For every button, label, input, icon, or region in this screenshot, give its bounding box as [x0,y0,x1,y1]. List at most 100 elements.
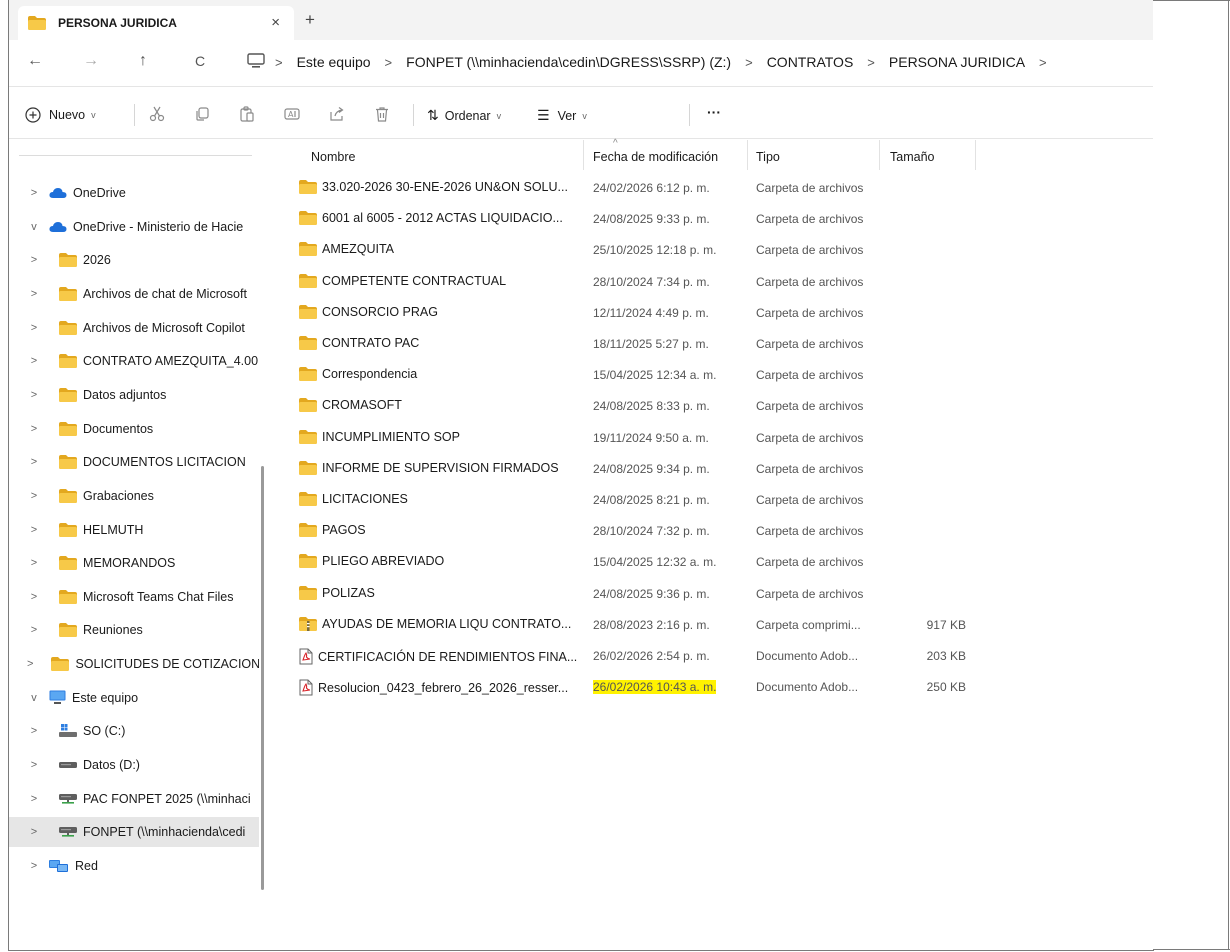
file-row[interactable]: 33.020-2026 30-ENE-2026 UN&ON SOLU... 24/… [273,172,973,203]
chevron-right-icon[interactable]: > [27,524,41,536]
chevron-right-icon[interactable]: > [27,389,41,401]
sidebar-item[interactable]: > Red [9,851,259,881]
chevron-right-icon[interactable]: > [27,187,41,199]
breadcrumb-fonpet[interactable]: FONPET (\\minhacienda\cedin\DGRESS\SSRP)… [406,54,731,70]
paste-icon[interactable] [239,105,255,122]
sidebar-item[interactable]: > HELMUTH [9,515,259,545]
chevron-right-icon[interactable]: > [27,793,41,805]
sidebar-item[interactable]: > Datos adjuntos [9,380,259,410]
forward-button[interactable]: → [83,52,99,70]
chevron-right-icon[interactable]: > [27,826,41,838]
breadcrumb-contratos[interactable]: CONTRATOS [767,54,854,70]
more-options-button[interactable]: ··· [707,104,721,120]
file-name-cell: Resolucion_0423_febrero_26_2026_resser..… [299,679,568,696]
sidebar-item[interactable]: > CONTRATO AMEZQUITA_4.00 [9,346,259,376]
new-tab-button[interactable]: + [305,10,315,30]
chevron-right-icon[interactable]: > [27,624,41,636]
refresh-button[interactable]: C [195,53,205,69]
file-row[interactable]: CERTIFICACIÓN DE RENDIMIENTOS FINA... 26/… [273,640,973,671]
chevron-down-icon[interactable]: v [27,221,41,233]
sidebar-item[interactable]: v Este equipo [9,683,259,713]
view-button[interactable]: ☰ Ver v [537,107,587,124]
sidebar-item[interactable]: > Grabaciones [9,481,259,511]
column-header-type[interactable]: Tipo [756,144,780,170]
file-name: CERTIFICACIÓN DE RENDIMIENTOS FINA... [318,649,578,664]
file-row[interactable]: Resolucion_0423_febrero_26_2026_resser..… [273,671,973,702]
file-row[interactable]: POLIZAS 24/08/2025 9:36 p. m. Carpeta de a… [273,578,973,609]
column-divider[interactable] [975,140,976,170]
sidebar-item-label: Archivos de chat de Microsoft [83,286,247,301]
chevron-right-icon[interactable]: > [27,591,41,603]
sidebar-item[interactable]: > SO (C:) [9,716,259,746]
back-button[interactable]: ← [27,52,43,70]
column-header-date[interactable]: Fecha de modificación [593,144,718,170]
chevron-right-icon[interactable]: > [27,658,33,670]
up-button[interactable]: ↑ [139,52,147,70]
sidebar-item[interactable]: > Reuniones [9,615,259,645]
column-divider[interactable] [583,140,584,170]
new-button[interactable]: Nuevo v [25,107,96,123]
pc-icon[interactable] [247,53,265,69]
sidebar-item[interactable]: > SOLICITUDES DE COTIZACION [9,649,259,679]
breadcrumb-separator-icon[interactable]: > [1039,55,1047,70]
column-divider[interactable] [747,140,748,170]
sidebar-item[interactable]: >2026 [9,245,259,275]
breadcrumb-persona-juridica[interactable]: PERSONA JURIDICA [889,54,1025,70]
delete-icon[interactable] [374,105,390,122]
file-row[interactable]: CONSORCIO PRAG 12/11/2024 4:49 p. m. Carpe… [273,297,973,328]
sidebar-item[interactable]: > Datos (D:) [9,750,259,780]
file-row[interactable]: AYUDAS DE MEMORIA LIQU CONTRATO... 28/08/… [273,609,973,640]
column-header-name[interactable]: Nombre [311,144,355,170]
sidebar-item[interactable]: > PAC FONPET 2025 (\\minhaci [9,784,259,814]
column-divider[interactable] [879,140,880,170]
file-row[interactable]: COMPETENTE CONTRACTUAL 28/10/2024 7:34 p.… [273,266,973,297]
file-row[interactable]: 6001 al 6005 - 2012 ACTAS LIQUIDACIO... 2… [273,203,973,234]
sidebar-item[interactable]: > DOCUMENTOS LICITACION [9,447,259,477]
chevron-right-icon[interactable]: > [27,322,41,334]
folder-icon [299,460,317,475]
sidebar-item[interactable]: > Documentos [9,414,259,444]
chevron-down-icon[interactable]: v [27,692,41,704]
chevron-right-icon[interactable]: > [27,254,41,266]
file-row[interactable]: INFORME DE SUPERVISION FIRMADOS 24/08/202… [273,453,973,484]
tab-persona-juridica[interactable]: PERSONA JURIDICA × [18,6,294,40]
share-icon[interactable] [329,105,345,122]
chevron-right-icon[interactable]: > [27,423,41,435]
copy-icon[interactable] [194,105,210,122]
sidebar-scrollbar[interactable] [261,466,264,890]
sidebar-item[interactable]: v OneDrive - Ministerio de Hacie [9,212,259,242]
sort-button[interactable]: ⇅ Ordenar v [427,107,501,124]
rename-icon[interactable]: A [284,105,300,122]
breadcrumb-este-equipo[interactable]: Este equipo [297,54,371,70]
file-date: 24/08/2025 8:33 p. m. [593,399,710,413]
close-tab-icon[interactable]: × [271,14,280,31]
file-row[interactable]: PLIEGO ABREVIADO 15/04/2025 12:32 a. m. Ca… [273,546,973,577]
file-row[interactable]: INCUMPLIMIENTO SOP 19/11/2024 9:50 a. m. C… [273,422,973,453]
cut-icon[interactable] [149,105,165,122]
sidebar-item[interactable]: > Archivos de chat de Microsoft [9,279,259,309]
file-row[interactable]: AMEZQUITA 25/10/2025 12:18 p. m. Carpeta d… [273,234,973,265]
sidebar-item[interactable]: > Archivos de Microsoft Copilot [9,313,259,343]
chevron-right-icon[interactable]: > [27,490,41,502]
column-header-size[interactable]: Tamaño [890,144,934,170]
folder-icon [59,556,77,571]
file-row[interactable]: CROMASOFT 24/08/2025 8:33 p. m. Carpeta de… [273,390,973,421]
folder-icon [59,589,77,604]
file-size: 917 KB [926,617,966,632]
sidebar-item[interactable]: > OneDrive [9,178,259,208]
sidebar-item[interactable]: > Microsoft Teams Chat Files [9,582,259,612]
sidebar-item[interactable]: > FONPET (\\minhacienda\cedi [9,817,259,848]
chevron-right-icon[interactable]: > [27,288,41,300]
chevron-right-icon[interactable]: > [27,456,41,468]
file-row[interactable]: PAGOS 28/10/2024 7:32 p. m. Carpeta de arc… [273,515,973,546]
chevron-right-icon[interactable]: > [27,759,41,771]
chevron-right-icon[interactable]: > [27,557,41,569]
file-type: Carpeta de archivos [756,399,864,414]
sidebar-item[interactable]: > MEMORANDOS [9,548,259,578]
chevron-right-icon[interactable]: > [27,860,41,872]
chevron-right-icon[interactable]: > [27,725,41,737]
file-row[interactable]: CONTRATO PAC 18/11/2025 5:27 p. m. Carpeta… [273,328,973,359]
file-row[interactable]: LICITACIONES 24/08/2025 8:21 p. m. Carpeta… [273,484,973,515]
file-row[interactable]: Correspondencia 15/04/2025 12:34 a. m. Car… [273,359,973,390]
chevron-right-icon[interactable]: > [27,355,41,367]
